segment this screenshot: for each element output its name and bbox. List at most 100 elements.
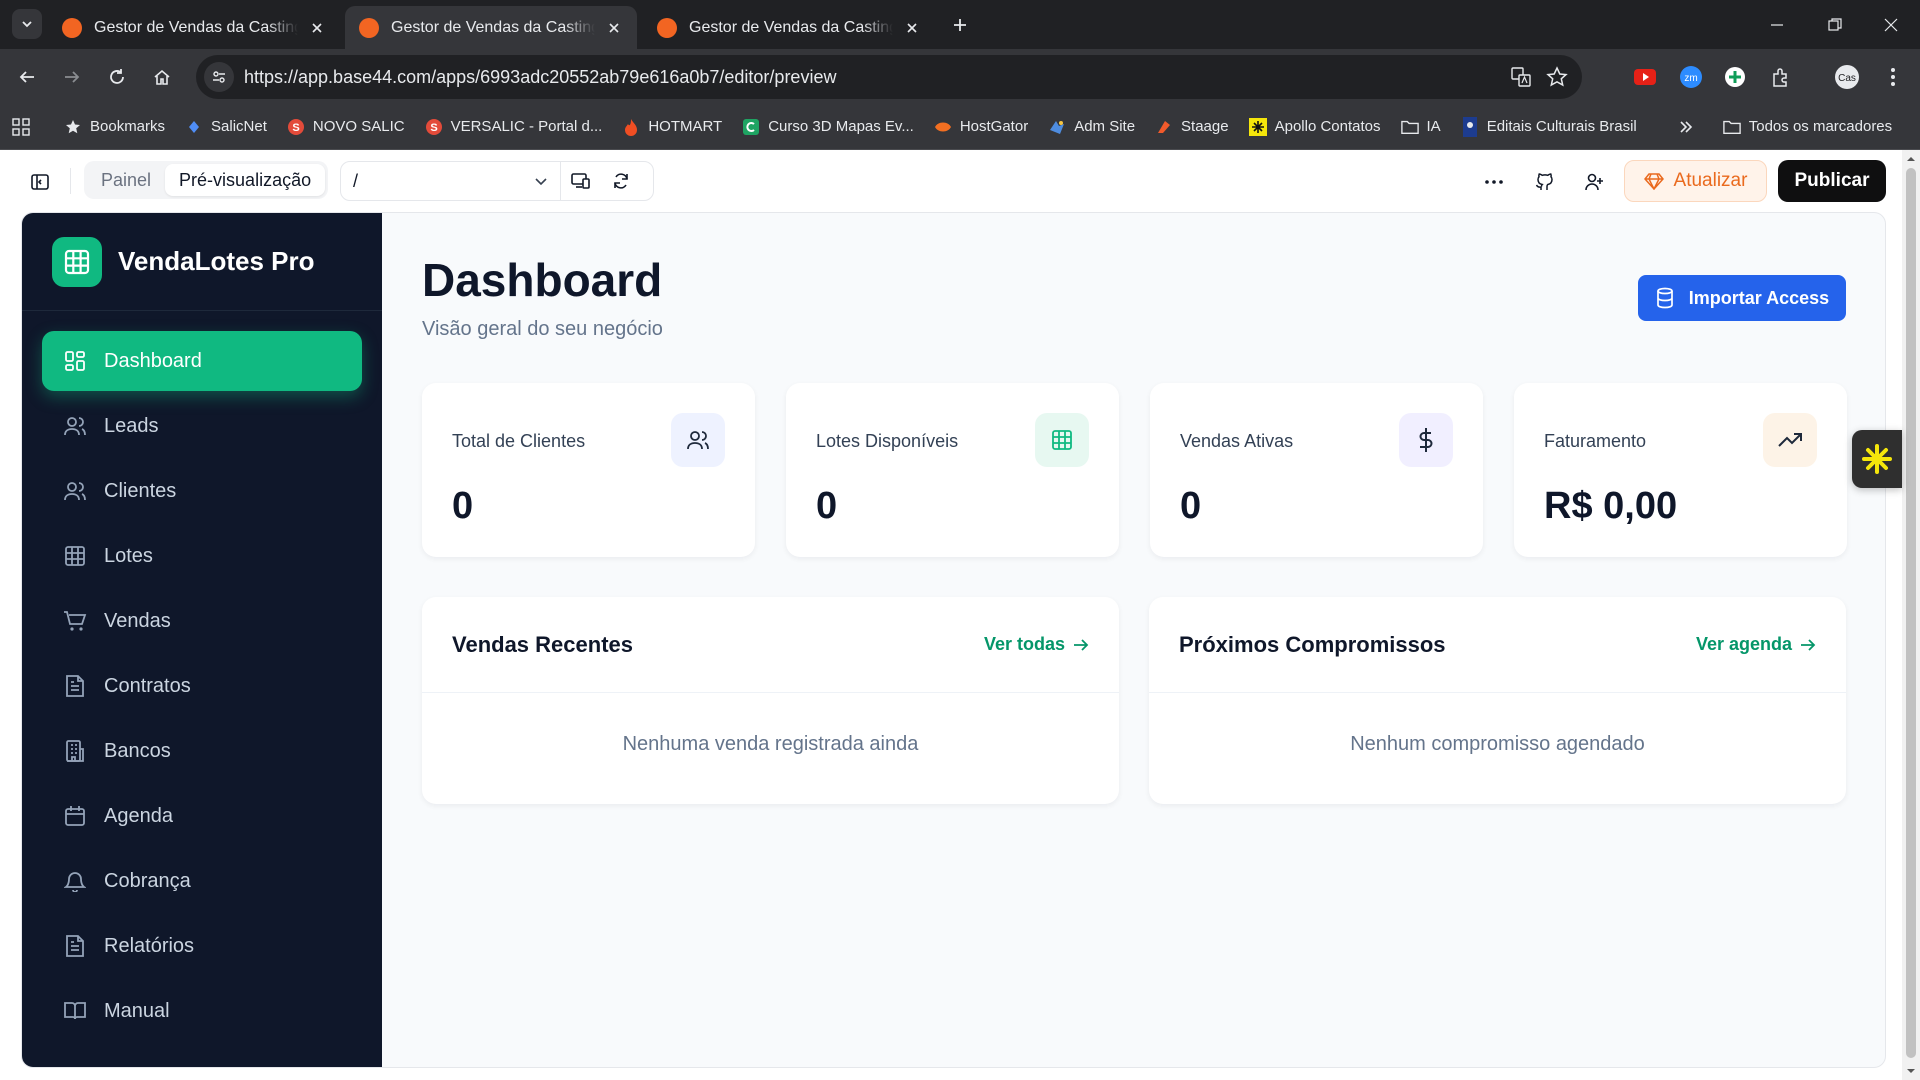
sidebar-item-label: Agenda bbox=[104, 804, 173, 827]
bookmark-label: HostGator bbox=[959, 118, 1029, 135]
brand: VendaLotes Pro bbox=[22, 213, 382, 311]
sidebar-item-agenda[interactable]: Agenda bbox=[42, 786, 362, 846]
sidebar-item-relatorios[interactable]: Relatórios bbox=[42, 916, 362, 976]
close-icon[interactable] bbox=[306, 17, 328, 39]
panel-title: Próximos Compromissos bbox=[1179, 631, 1446, 657]
url-text: https://app.base44.com/apps/6993adc20552… bbox=[244, 66, 837, 87]
editais-icon bbox=[1461, 116, 1479, 137]
bookmark-item[interactable]: S NOVO SALIC bbox=[287, 118, 405, 136]
sidebar-item-lotes[interactable]: Lotes bbox=[42, 526, 362, 586]
stat-card-faturamento: Faturamento R$ 0,00 bbox=[1514, 383, 1847, 557]
zoom-extension-icon[interactable]: zm bbox=[1676, 62, 1706, 92]
browser-tab[interactable]: Gestor de Vendas da Casting Eventos bbox=[643, 6, 935, 49]
profile-avatar-icon[interactable]: Cas bbox=[1832, 62, 1862, 92]
close-window-button[interactable] bbox=[1862, 0, 1920, 49]
bookmark-label: Bookmarks bbox=[90, 118, 166, 135]
refresh-preview-button[interactable] bbox=[601, 162, 641, 200]
publish-button[interactable]: Publicar bbox=[1778, 160, 1886, 202]
salic-icon: S bbox=[287, 118, 305, 136]
new-tab-button[interactable] bbox=[945, 10, 975, 40]
bookmark-item[interactable]: Bookmarks bbox=[64, 118, 165, 136]
bookmark-item[interactable]: S VERSALIC - Portal d... bbox=[425, 118, 602, 136]
bookmark-item[interactable]: Curso 3D Mapas Ev... bbox=[742, 118, 914, 136]
upgrade-button[interactable]: Atualizar bbox=[1624, 160, 1767, 202]
dashboard-main: Dashboard Visão geral do seu negócio Imp… bbox=[382, 213, 1885, 1067]
restore-button[interactable] bbox=[1806, 0, 1864, 49]
salicnet-icon bbox=[185, 118, 203, 136]
toggle-sidebar-button[interactable] bbox=[24, 166, 56, 198]
bookmark-star-icon[interactable] bbox=[1546, 66, 1568, 88]
home-button[interactable] bbox=[145, 60, 179, 94]
minimize-button[interactable] bbox=[1748, 0, 1806, 49]
bookmark-label: NOVO SALIC bbox=[312, 118, 405, 135]
forward-button[interactable] bbox=[55, 60, 89, 94]
page-path-select[interactable]: / bbox=[341, 162, 561, 200]
sidebar-item-bancos[interactable]: Bancos bbox=[42, 721, 362, 781]
browser-tab-active[interactable]: Gestor de Vendas da Casting Eventos bbox=[345, 6, 637, 49]
extensions-puzzle-icon[interactable] bbox=[1766, 62, 1796, 92]
view-agenda-link[interactable]: Ver agenda bbox=[1696, 634, 1816, 655]
add-extension-icon[interactable] bbox=[1720, 62, 1750, 92]
github-button[interactable] bbox=[1528, 166, 1560, 198]
tab-preview[interactable]: Pré-visualização bbox=[165, 164, 326, 196]
floating-assistant-button[interactable] bbox=[1852, 430, 1902, 488]
all-bookmarks-folder[interactable]: Todos os marcadores bbox=[1722, 118, 1892, 136]
bookmark-item[interactable]: Staage bbox=[1155, 118, 1229, 136]
double-chevron-right-icon bbox=[1680, 120, 1692, 133]
empty-state-text: Nenhuma venda registrada ainda bbox=[622, 733, 919, 755]
sidebar-item-contratos[interactable]: Contratos bbox=[42, 656, 362, 716]
page-path-value: / bbox=[353, 170, 359, 191]
import-access-button[interactable]: Importar Access bbox=[1638, 275, 1846, 321]
folder-icon bbox=[1400, 118, 1419, 136]
browser-tab[interactable]: Gestor de Vendas da Casting Eventos bbox=[48, 6, 340, 49]
adm-icon bbox=[1048, 118, 1066, 136]
sidebar-item-dashboard[interactable]: Dashboard bbox=[42, 331, 362, 391]
appointments-panel: Próximos Compromissos Ver agenda Nenhum … bbox=[1149, 597, 1846, 804]
bookmark-item[interactable]: SalicNet bbox=[185, 118, 267, 136]
hotmart-icon bbox=[622, 118, 640, 136]
sidebar-item-clientes[interactable]: Clientes bbox=[42, 461, 362, 521]
sidebar-item-cobranca[interactable]: Cobrança bbox=[42, 851, 362, 911]
sidebar-item-vendas[interactable]: Vendas bbox=[42, 591, 362, 651]
stat-label: Lotes Disponíveis bbox=[816, 431, 959, 451]
reload-button[interactable] bbox=[100, 60, 134, 94]
invite-user-button[interactable] bbox=[1578, 166, 1610, 198]
close-icon[interactable] bbox=[901, 17, 923, 39]
bookmarks-overflow-button[interactable] bbox=[1679, 120, 1693, 134]
bookmark-item[interactable]: HOTMART bbox=[622, 118, 722, 136]
bookmark-item[interactable]: Editais Culturais Brasil bbox=[1461, 116, 1637, 137]
tab-search-button[interactable] bbox=[12, 9, 42, 39]
site-info-icon[interactable] bbox=[204, 62, 234, 92]
apps-grid-button[interactable] bbox=[12, 117, 38, 136]
translate-icon[interactable] bbox=[1510, 66, 1532, 88]
stat-card-vendas-ativas: Vendas Ativas 0 bbox=[1150, 383, 1483, 557]
tab-title: Gestor de Vendas da Casting Eventos bbox=[94, 18, 298, 36]
scrollbar-thumb[interactable] bbox=[1906, 168, 1916, 1058]
sidebar-nav: Dashboard Leads Clientes Lotes Vendas Co… bbox=[22, 311, 382, 1066]
more-options-button[interactable] bbox=[1478, 166, 1510, 198]
tab-painel[interactable]: Painel bbox=[87, 164, 165, 196]
sidebar-item-leads[interactable]: Leads bbox=[42, 396, 362, 456]
plus-icon bbox=[954, 19, 966, 31]
bookmark-item[interactable]: Adm Site bbox=[1048, 118, 1135, 136]
back-button[interactable] bbox=[10, 60, 44, 94]
device-preview-button[interactable] bbox=[561, 162, 601, 200]
link-label: Ver agenda bbox=[1695, 634, 1792, 654]
bookmark-item[interactable]: IA bbox=[1400, 118, 1441, 136]
youtube-extension-icon[interactable] bbox=[1630, 62, 1660, 92]
close-icon[interactable] bbox=[603, 17, 625, 39]
bookmark-item[interactable]: Apollo Contatos bbox=[1248, 117, 1381, 136]
address-bar[interactable]: https://app.base44.com/apps/6993adc20552… bbox=[196, 55, 1582, 99]
page-path-control: / bbox=[340, 161, 654, 201]
page-scrollbar[interactable] bbox=[1902, 150, 1920, 1080]
browser-menu-icon[interactable] bbox=[1878, 62, 1908, 92]
stat-card-lotes-disponiveis: Lotes Disponíveis 0 bbox=[786, 383, 1119, 557]
bookmark-item[interactable]: HostGator bbox=[934, 118, 1028, 136]
svg-text:Cas: Cas bbox=[1838, 73, 1856, 84]
sidebar-item-manual[interactable]: Manual bbox=[42, 981, 362, 1041]
refresh-icon bbox=[614, 173, 628, 189]
bell-icon bbox=[62, 868, 88, 894]
view-all-sales-link[interactable]: Ver todas bbox=[984, 634, 1089, 655]
import-access-label: Importar Access bbox=[1688, 287, 1830, 308]
bookmark-label: Staage bbox=[1181, 118, 1229, 135]
